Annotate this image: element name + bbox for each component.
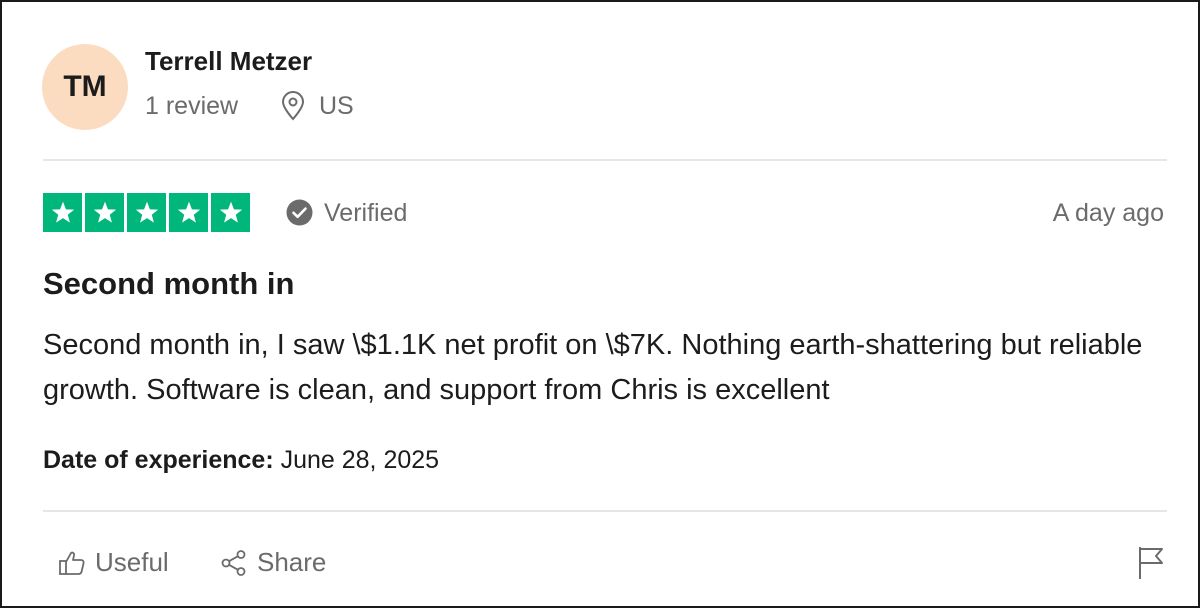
check-circle-icon [286, 199, 313, 226]
star-icon [43, 193, 82, 232]
reviewer-name[interactable]: Terrell Metzer [145, 46, 312, 77]
flag-icon[interactable] [1136, 545, 1166, 581]
star-rating [43, 193, 250, 232]
experience-label: Date of experience: [43, 446, 274, 474]
review-card: TM Terrell Metzer 1 review US Verified A… [0, 0, 1200, 608]
star-icon [127, 193, 166, 232]
verified-label: Verified [324, 199, 408, 227]
divider [43, 159, 1167, 161]
thumbs-up-icon [59, 551, 85, 575]
reviewer-location: US [319, 92, 354, 120]
review-title[interactable]: Second month in [43, 266, 294, 302]
star-icon [85, 193, 124, 232]
review-date: A day ago [1052, 199, 1164, 227]
review-count: 1 review [145, 92, 239, 120]
useful-button[interactable]: Useful [57, 547, 169, 578]
star-icon [169, 193, 208, 232]
date-of-experience: Date of experience: June 28, 2025 [43, 446, 439, 475]
map-pin-icon [281, 91, 305, 121]
star-icon [211, 193, 250, 232]
share-button[interactable]: Share [219, 547, 326, 578]
review-body: Second month in, I saw \$1.1K net profit… [43, 329, 1143, 406]
avatar[interactable]: TM [42, 44, 128, 130]
experience-date: June 28, 2025 [280, 446, 440, 474]
useful-label: Useful [95, 547, 169, 577]
share-label: Share [257, 547, 327, 577]
share-icon [221, 549, 246, 576]
divider [43, 510, 1167, 512]
